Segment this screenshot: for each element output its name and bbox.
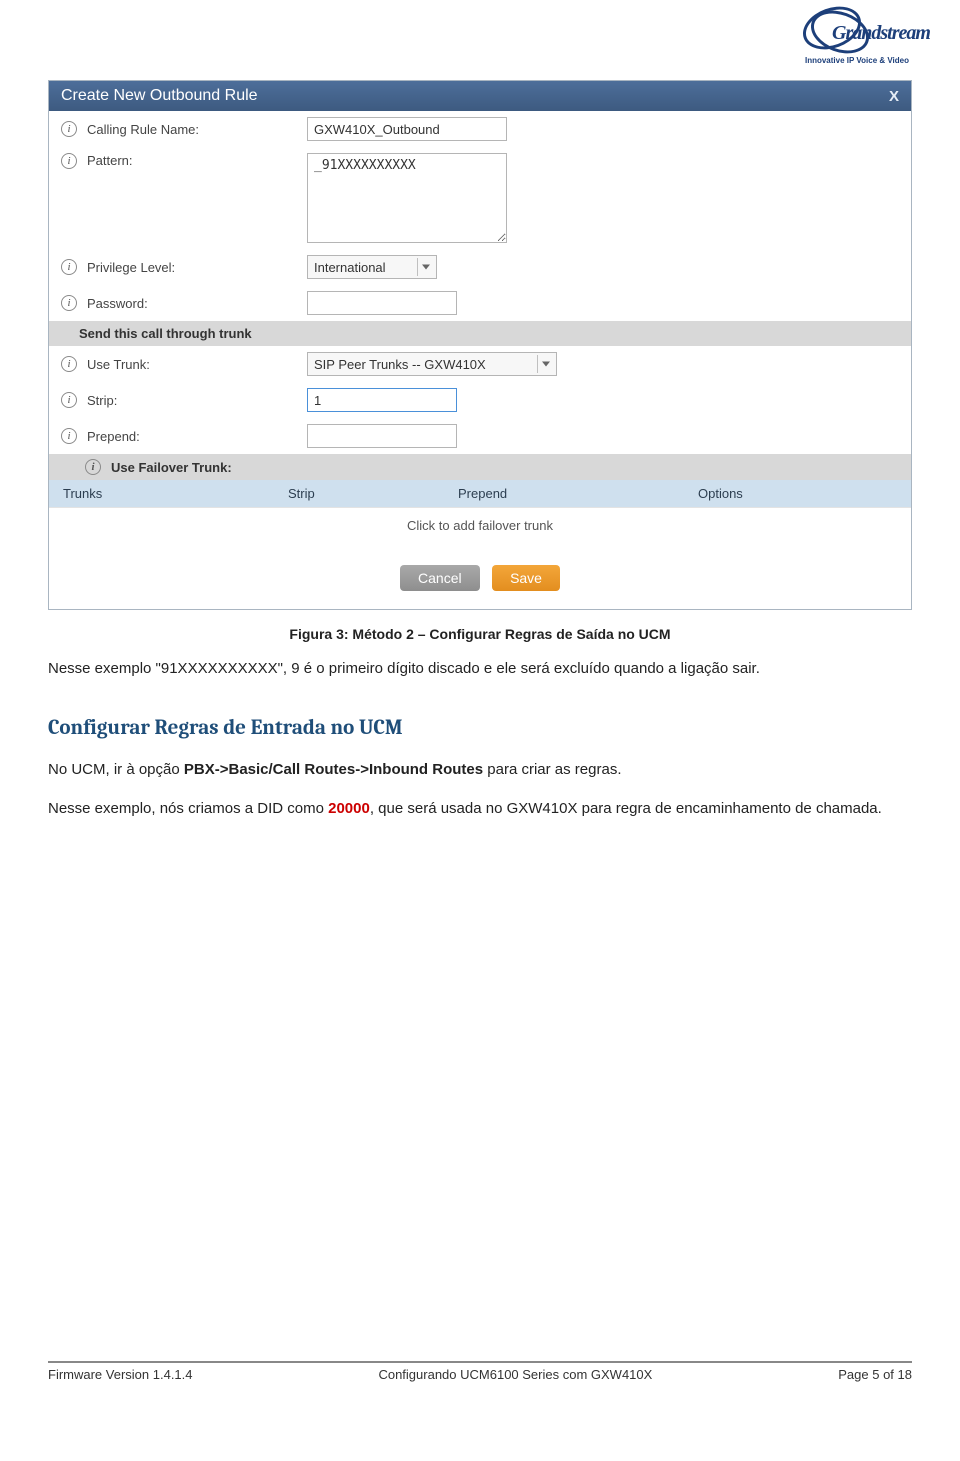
- calling-rule-input[interactable]: [307, 117, 507, 141]
- p2-pre: No UCM, ir à opção: [48, 761, 184, 778]
- calling-rule-label: Calling Rule Name:: [87, 122, 307, 137]
- info-icon[interactable]: i: [61, 259, 77, 275]
- use-trunk-label: Use Trunk:: [87, 357, 307, 372]
- info-icon[interactable]: i: [61, 356, 77, 372]
- info-icon[interactable]: i: [61, 121, 77, 137]
- figure-caption: Figura 3: Método 2 – Configurar Regras d…: [48, 626, 912, 642]
- pattern-label: Pattern:: [87, 153, 307, 168]
- section-failover-trunk: i Use Failover Trunk:: [49, 454, 911, 480]
- footer-left: Firmware Version 1.4.1.4: [48, 1367, 193, 1382]
- p3-did-number: 20000: [328, 800, 370, 817]
- privilege-value: International: [314, 260, 386, 275]
- privilege-select[interactable]: International: [307, 255, 437, 279]
- dialog-title-text: Create New Outbound Rule: [61, 87, 258, 105]
- p2-post: para criar as regras.: [483, 761, 621, 778]
- failover-col-trunks: Trunks: [63, 486, 288, 501]
- failover-table-header: Trunks Strip Prepend Options: [49, 480, 911, 507]
- strip-input[interactable]: [307, 388, 457, 412]
- outbound-rule-dialog: Create New Outbound Rule X i Calling Rul…: [48, 80, 912, 610]
- p3-pre: Nesse exemplo, nós criamos a DID como: [48, 800, 328, 817]
- failover-col-options: Options: [698, 486, 897, 501]
- paragraph-3: Nesse exemplo, nós criamos a DID como 20…: [48, 797, 912, 820]
- info-icon[interactable]: i: [85, 459, 101, 475]
- footer-right: Page 5 of 18: [838, 1367, 912, 1382]
- password-input[interactable]: [307, 291, 457, 315]
- strip-label: Strip:: [87, 393, 307, 408]
- use-trunk-value: SIP Peer Trunks -- GXW410X: [314, 357, 486, 372]
- info-icon[interactable]: i: [61, 153, 77, 169]
- info-icon[interactable]: i: [61, 295, 77, 311]
- info-icon[interactable]: i: [61, 428, 77, 444]
- section-failover-label: Use Failover Trunk:: [111, 460, 232, 475]
- section-heading: Configurar Regras de Entrada no UCM: [48, 716, 912, 740]
- use-trunk-select[interactable]: SIP Peer Trunks -- GXW410X: [307, 352, 557, 376]
- p2-bold: PBX->Basic/Call Routes->Inbound Routes: [184, 761, 483, 778]
- brand-logo: Grandstream Innovative IP Voice & Video: [802, 8, 912, 65]
- close-icon[interactable]: X: [889, 88, 899, 105]
- password-label: Password:: [87, 296, 307, 311]
- cancel-button[interactable]: Cancel: [400, 565, 480, 591]
- section-send-through-trunk: Send this call through trunk: [49, 321, 911, 346]
- pattern-input[interactable]: [307, 153, 507, 243]
- privilege-label: Privilege Level:: [87, 260, 307, 275]
- page-footer: Firmware Version 1.4.1.4 Configurando UC…: [48, 1361, 912, 1382]
- brand-name: Grandstream: [832, 22, 930, 45]
- add-failover-trunk[interactable]: Click to add failover trunk: [49, 507, 911, 555]
- failover-col-strip: Strip: [288, 486, 458, 501]
- paragraph-1: Nesse exemplo "91XXXXXXXXXX", 9 é o prim…: [48, 657, 912, 680]
- prepend-label: Prepend:: [87, 429, 307, 444]
- failover-col-prepend: Prepend: [458, 486, 698, 501]
- prepend-input[interactable]: [307, 424, 457, 448]
- info-icon[interactable]: i: [61, 392, 77, 408]
- p3-post: , que será usada no GXW410X para regra d…: [370, 800, 882, 817]
- paragraph-2: No UCM, ir à opção PBX->Basic/Call Route…: [48, 758, 912, 781]
- save-button[interactable]: Save: [492, 565, 560, 591]
- dialog-titlebar: Create New Outbound Rule X: [49, 81, 911, 111]
- footer-center: Configurando UCM6100 Series com GXW410X: [378, 1367, 652, 1382]
